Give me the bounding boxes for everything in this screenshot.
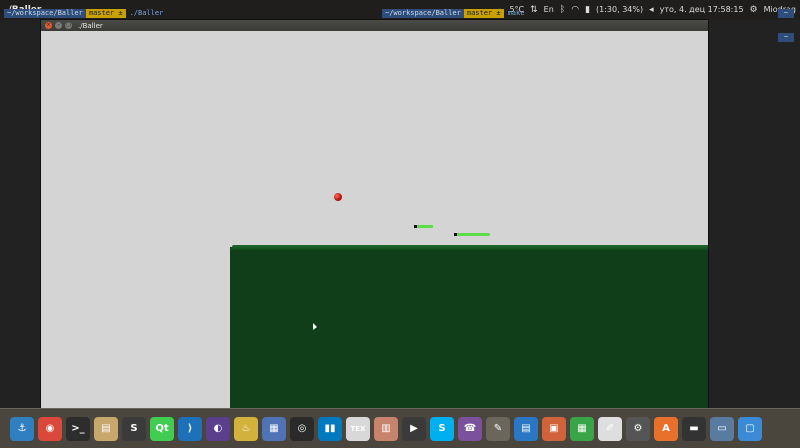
terminal-side-tag: ~ (778, 9, 794, 18)
calendar-app-icon[interactable]: ▦ (262, 416, 286, 441)
ground-top-edge (230, 245, 708, 250)
window-titlebar[interactable]: × – □ ./Baller (41, 20, 708, 31)
workspace-icon[interactable]: ▢ (738, 416, 762, 441)
prompt-command: make (507, 9, 525, 17)
chrome-icon[interactable]: ◉ (38, 416, 62, 441)
mouse-cursor (313, 323, 317, 330)
software-center-icon[interactable]: A (654, 416, 678, 441)
viber-icon[interactable]: ☎ (458, 416, 482, 441)
prompt-command: ./Baller (129, 9, 164, 17)
floating-platform (454, 233, 490, 236)
files-icon[interactable]: ▤ (94, 416, 118, 441)
game-scene[interactable] (41, 31, 708, 408)
minimize-window-button[interactable]: – (55, 22, 62, 29)
record-app-icon[interactable]: ◎ (290, 416, 314, 441)
keyboard-layout[interactable]: En (544, 0, 554, 20)
terminal-prompt-left: ~/workspace/Baller master ± ./Baller (4, 8, 167, 18)
prompt-path: ~/workspace/Baller (382, 8, 464, 18)
calc-icon[interactable]: ▦ (570, 416, 594, 441)
vscode-icon[interactable]: ⟩ (178, 416, 202, 441)
bluetooth-icon[interactable]: ᛒ (560, 0, 565, 20)
close-window-button[interactable]: × (45, 22, 52, 29)
archive-icon[interactable]: ▥ (374, 416, 398, 441)
battery-icon[interactable]: ▮ (585, 0, 590, 20)
video-editor-icon[interactable]: ▶ (402, 416, 426, 441)
volume-icon[interactable]: ◂ (649, 0, 654, 20)
prompt-git-branch: master ± (463, 8, 504, 18)
trello-icon[interactable]: ▮▮ (318, 416, 342, 441)
window-icon[interactable]: ▭ (710, 416, 734, 441)
network-icon[interactable]: ⇅ (530, 0, 538, 20)
player-ball (334, 193, 342, 201)
battery-label[interactable]: (1:30, 34%) (596, 0, 643, 20)
clock[interactable]: уто, 4. дец 17:58:15 (660, 0, 744, 20)
prompt-git-branch: master ± (85, 8, 126, 18)
user-icon[interactable]: ⚙ (750, 0, 758, 20)
prompt-path: ~/workspace/Baller (4, 8, 86, 18)
system-tray: ☁ 5°C ⇅ En ᛒ ◠ ▮ (1:30, 34%) ◂ уто, 4. д… (494, 0, 796, 20)
terminal-icon[interactable]: >_ (66, 416, 90, 441)
impress-icon[interactable]: ▣ (542, 416, 566, 441)
terminal-prompt-right: ~/workspace/Baller master ± make (382, 8, 528, 18)
writer-icon[interactable]: ▤ (514, 416, 538, 441)
skype-icon[interactable]: S (430, 416, 454, 441)
platform-cap (454, 233, 457, 236)
maximize-window-button[interactable]: □ (65, 22, 72, 29)
ground-block (230, 247, 708, 408)
settings-icon[interactable]: ⚙ (626, 416, 650, 441)
disk-icon[interactable]: ▬ (682, 416, 706, 441)
anchor-app-icon[interactable]: ⚓ (10, 416, 34, 441)
floating-platform (414, 225, 433, 228)
game-window[interactable]: × – □ ./Baller (41, 20, 708, 408)
platform-cap (414, 225, 417, 228)
qt-creator-icon[interactable]: Qt (150, 416, 174, 441)
terminal-side-tag: ~ (778, 33, 794, 42)
kettle-app-icon[interactable]: ♨ (234, 416, 258, 441)
window-title: ./Baller (78, 21, 103, 30)
paint-app-icon[interactable]: ✎ (486, 416, 510, 441)
text-editor-icon[interactable]: ✐ (598, 416, 622, 441)
dock: ⚓ ◉ >_ ▤ S Qt ⟩ ◐ ♨ ▦ ◎ ▮▮ TEX ▥ ▶ S ☎ ✎ ▤ ▣ ▦ ✐ ⚙ A ▬ ▭ ▢ (0, 408, 800, 448)
s-app-icon[interactable]: S (122, 416, 146, 441)
eclipse-icon[interactable]: ◐ (206, 416, 230, 441)
texmaker-icon[interactable]: TEX (346, 416, 370, 441)
wifi-icon[interactable]: ◠ (571, 0, 579, 20)
